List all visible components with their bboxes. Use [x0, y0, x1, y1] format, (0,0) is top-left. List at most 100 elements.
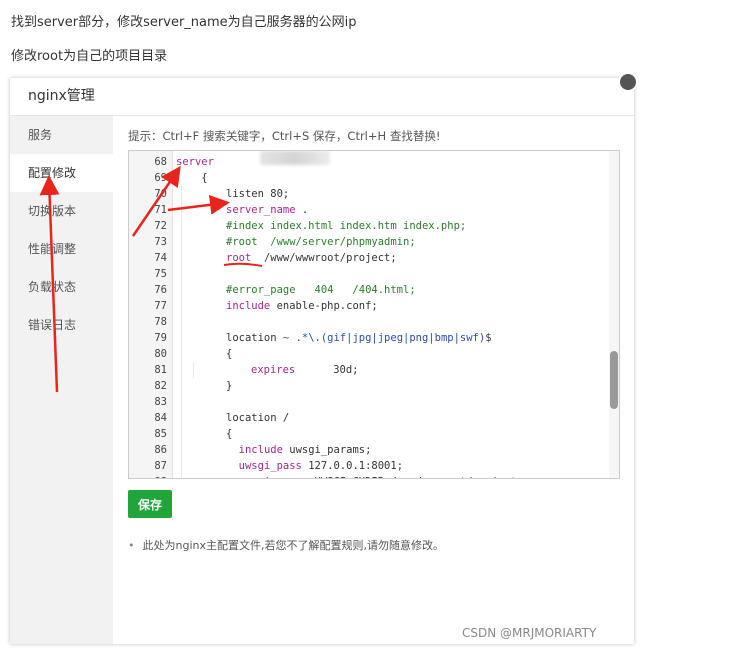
code-token: location / [226, 412, 290, 424]
code-text: #error_page 404 /404.html; [226, 282, 416, 298]
save-button[interactable]: 保存 [128, 490, 172, 518]
code-line[interactable]: 78 [129, 314, 609, 330]
sidebar-item-service[interactable]: 服务 [10, 116, 113, 154]
line-number: 85 [154, 428, 167, 440]
line-number: 86 [154, 444, 167, 456]
code-text: location / [226, 410, 289, 426]
code-line[interactable]: 84 location / [129, 410, 609, 426]
sidebar-item-switch-version[interactable]: 切换版本 [10, 192, 113, 230]
sidebar-item-load-status[interactable]: 负载状态 [10, 268, 113, 306]
indent-guide [181, 442, 182, 458]
code-token: { [176, 172, 208, 184]
code-line[interactable]: 69 { [129, 170, 609, 186]
code-line[interactable]: 80 { [129, 346, 609, 362]
line-number: 82 [154, 380, 167, 392]
indent-guide [181, 202, 182, 218]
code-line[interactable]: 73 #root /www/server/phpmyadmin; [129, 234, 609, 250]
code-token: uwsgi_param [239, 476, 309, 478]
code-text: { [226, 346, 232, 362]
redacted-server-ip [260, 151, 330, 165]
code-text: #root /www/server/phpmyadmin; [226, 234, 416, 250]
indent-guide [181, 330, 182, 346]
code-line[interactable]: 74 root /www/wwwroot/project; [129, 250, 609, 266]
code-line[interactable]: 72 #index index.html index.htm index.php; [129, 218, 609, 234]
code-text: include enable-php.conf; [226, 298, 378, 314]
code-token: enable-php.conf; [270, 300, 378, 312]
bullet-icon: • [128, 539, 135, 552]
code-token: server [176, 156, 214, 168]
line-number: 79 [154, 332, 167, 344]
config-warning-text: 此处为nginx主配置文件,若您不了解配置规则,请勿随意修改。 [142, 539, 444, 552]
article-text-line-1: 找到server部分，修改server_name为自己服务器的公网ip [11, 15, 357, 30]
code-line[interactable]: 68 server [129, 154, 609, 170]
code-text: #index index.html index.htm index.php; [226, 218, 466, 234]
code-token: . [295, 204, 309, 216]
indent-guide [181, 250, 182, 266]
line-number: 80 [154, 348, 167, 360]
indent-guide [181, 362, 182, 378]
code-token: root [226, 252, 252, 264]
code-line[interactable]: 81 expires 30d; [129, 362, 609, 378]
code-token: #index index.html index.htm index.php; [226, 220, 467, 232]
code-line[interactable]: 83 [129, 394, 609, 410]
editor-scrollbar[interactable] [609, 151, 619, 478]
code-line[interactable]: 82} [129, 378, 609, 394]
code-token: expires [251, 364, 296, 376]
line-number: 74 [154, 252, 167, 264]
line-number: 72 [154, 220, 167, 232]
indent-guide [181, 346, 182, 362]
code-text: server [176, 154, 214, 170]
indent-guide [181, 298, 182, 314]
code-line[interactable]: 85 { [129, 426, 609, 442]
indent-guide [181, 218, 182, 234]
config-warning-note: • 此处为nginx主配置文件,若您不了解配置规则,请勿随意修改。 [128, 537, 444, 553]
indent-guide [181, 282, 182, 298]
code-line[interactable]: 75 [129, 266, 609, 282]
code-editor[interactable]: 68 server 69 {70 listen 80; 71 server_name .7… [128, 150, 620, 479]
code-line[interactable]: 76 #error_page 404 /404.html; [129, 282, 609, 298]
code-line[interactable]: 71 server_name . [129, 202, 609, 218]
line-number: 75 [154, 268, 167, 280]
line-number: 78 [154, 316, 167, 328]
indent-guide [181, 378, 182, 394]
line-number: 83 [154, 396, 167, 408]
code-token: include [238, 444, 283, 456]
code-line[interactable]: 87 uwsgi_pass 127.0.0.1:8001; [129, 458, 609, 474]
code-token: } [226, 380, 233, 392]
code-token: /www/wwwroot/project; [251, 252, 397, 264]
indent-guide [181, 314, 182, 330]
indent-guide [181, 458, 182, 474]
code-line[interactable]: 86 include uwsgi_params; [129, 442, 609, 458]
code-token: uwsgi_params; [282, 444, 372, 456]
code-token: #error_page 404 /404.html; [226, 284, 416, 296]
code-token: location [226, 332, 283, 344]
line-number: 68 [154, 156, 167, 168]
line-number: 88 [129, 474, 167, 478]
code-text: server_name . [226, 202, 308, 218]
line-number: 69 [154, 172, 167, 184]
code-token: uwsgi_pass [238, 460, 302, 472]
code-token: 127.0.0.1:8001; [301, 460, 404, 472]
code-area[interactable]: 68 server 69 {70 listen 80; 71 server_name .7… [129, 154, 609, 478]
sidebar-item-error-log[interactable]: 错误日志 [10, 306, 113, 344]
code-line[interactable]: 88 uwsgi_param UWSGI_CHDIR /www/wwwroot/… [129, 474, 609, 478]
editor-hint: 提示：Ctrl+F 搜索关键字，Ctrl+S 保存，Ctrl+H 查找替换! [128, 129, 441, 143]
line-number: 70 [154, 188, 167, 200]
code-token: { [226, 428, 233, 440]
code-line[interactable]: 79 location ~ .*\.(gif|jpg|jpeg|png|bmp|s… [129, 330, 609, 346]
code-text: location ~ .*\.(gif|jpg|jpeg|png|bmp|swf… [226, 330, 492, 346]
code-line[interactable]: 70 listen 80; [129, 186, 609, 202]
scrollbar-thumb[interactable] [610, 351, 618, 409]
sidebar-item-config-edit[interactable]: 配置修改 [10, 154, 113, 192]
code-token: UWSGI_CHDIR /www/wwwroot/project; [308, 476, 524, 478]
sidebar-item-performance[interactable]: 性能调整 [10, 230, 113, 268]
code-line[interactable]: 77 include enable-php.conf; [129, 298, 609, 314]
close-icon[interactable] [618, 72, 638, 92]
indent-guide [181, 410, 182, 426]
code-token: { [226, 348, 233, 360]
code-text: root /www/wwwroot/project; [226, 250, 397, 266]
code-token: server_name [226, 204, 296, 216]
code-text: expires 30d; [251, 362, 358, 378]
